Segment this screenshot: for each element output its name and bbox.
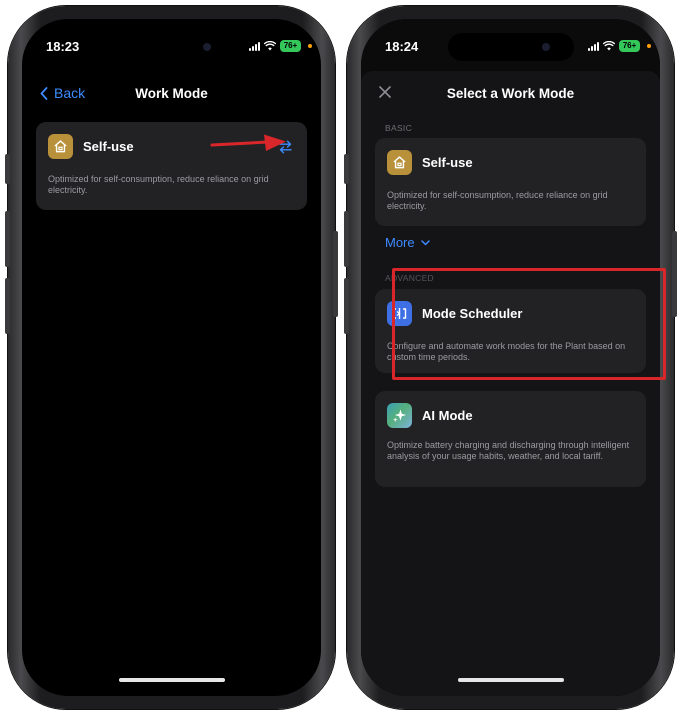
volume-up-button	[344, 211, 349, 267]
battery-indicator: 76+	[619, 40, 640, 52]
status-time: 18:23	[46, 39, 80, 54]
home-indicator	[118, 678, 225, 682]
current-mode-title: Self-use	[83, 139, 134, 154]
status-icons: 76+	[249, 40, 301, 52]
house-icon	[48, 134, 73, 159]
mode-description: Optimized for self-consumption, reduce r…	[387, 190, 608, 211]
dynamic-island	[109, 33, 235, 61]
annotation-highlight-box	[392, 268, 666, 380]
annotation-arrow	[210, 134, 286, 151]
power-button	[672, 231, 677, 317]
mode-card-ai-mode[interactable]: AI Mode Optimize battery charging and di…	[375, 391, 646, 487]
sparkle-icon	[387, 403, 412, 428]
phone-frame-left: 18:23 76+ Back Work Mode Self-use Optimi…	[5, 6, 338, 709]
more-label: More	[385, 235, 415, 250]
basic-section-label: BASIC	[385, 123, 413, 133]
mode-title: Self-use	[422, 155, 473, 170]
current-mode-description: Optimized for self-consumption, reduce r…	[48, 174, 269, 195]
mode-description: Optimize battery charging and dischargin…	[387, 440, 630, 461]
privacy-indicator-dot	[308, 44, 312, 48]
page-title: Work Mode	[135, 86, 208, 101]
wifi-icon	[603, 41, 615, 51]
volume-down-button	[344, 278, 349, 334]
volume-up-button	[5, 211, 10, 267]
sheet-title: Select a Work Mode	[446, 86, 575, 101]
house-icon	[387, 150, 412, 175]
wifi-icon	[264, 41, 276, 51]
dynamic-island	[448, 33, 574, 61]
status-time: 18:24	[385, 39, 419, 54]
status-icons: 76+	[588, 40, 640, 52]
privacy-indicator-dot	[647, 44, 651, 48]
mute-switch	[5, 154, 10, 184]
left-screen: 18:23 76+ Back Work Mode Self-use Optimi…	[22, 19, 321, 696]
mode-card-self-use[interactable]: Self-use Optimized for self-consumption,…	[375, 138, 646, 226]
power-button	[333, 231, 338, 317]
cellular-signal-icon	[588, 41, 599, 51]
battery-indicator: 76+	[280, 40, 301, 52]
mute-switch	[344, 154, 349, 184]
mode-title: AI Mode	[422, 408, 473, 423]
chevron-down-icon	[420, 239, 430, 245]
home-indicator	[457, 678, 564, 682]
volume-down-button	[5, 278, 10, 334]
more-button[interactable]: More	[385, 235, 430, 250]
cellular-signal-icon	[249, 41, 260, 51]
